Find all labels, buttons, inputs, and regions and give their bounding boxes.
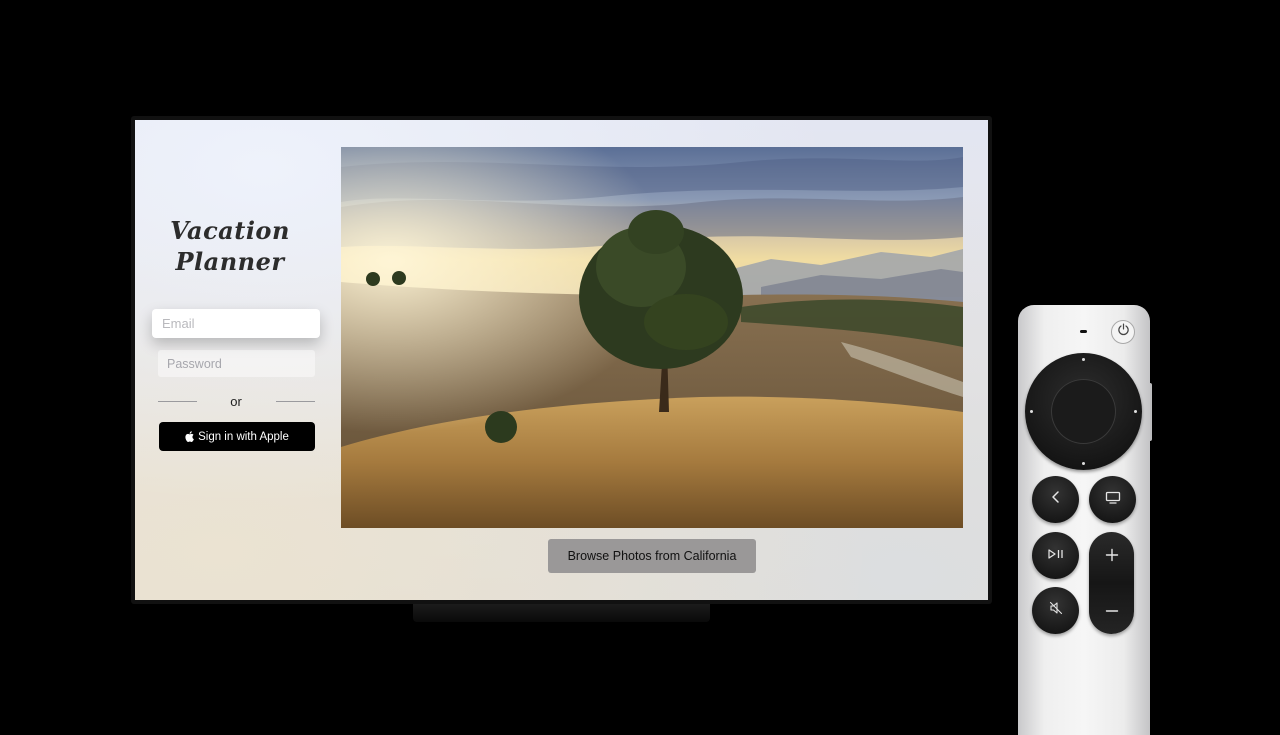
volume-up-button[interactable]	[1089, 532, 1134, 583]
back-chevron-icon	[1050, 490, 1062, 509]
tv-screen: Vacation Planner or Sign in with Apple	[135, 120, 988, 600]
app-title: Vacation Planner	[135, 215, 325, 277]
password-field[interactable]	[158, 350, 315, 377]
clickpad-center[interactable]	[1051, 379, 1116, 444]
power-button[interactable]	[1111, 320, 1135, 344]
apple-logo-icon	[185, 431, 194, 442]
browse-photos-button[interactable]: Browse Photos from California	[548, 539, 756, 573]
play-pause-button[interactable]	[1032, 532, 1079, 579]
browse-photos-label: Browse Photos from California	[567, 549, 737, 563]
divider-text: or	[230, 394, 242, 409]
featured-photo[interactable]	[341, 147, 963, 528]
mute-icon	[1049, 601, 1063, 620]
volume-down-icon	[1105, 600, 1119, 618]
divider-line-right	[276, 401, 315, 402]
clickpad-down-dot	[1082, 462, 1085, 465]
volume-down-button[interactable]	[1089, 583, 1134, 634]
clickpad-left-dot	[1030, 410, 1033, 413]
tv-icon	[1105, 491, 1121, 509]
clickpad-right-dot	[1134, 410, 1137, 413]
clickpad-up-dot	[1082, 358, 1085, 361]
volume-up-icon	[1105, 548, 1119, 567]
play-pause-icon	[1047, 547, 1065, 565]
mute-button[interactable]	[1032, 587, 1079, 634]
tv-button[interactable]	[1089, 476, 1136, 523]
apple-button-label: Sign in with Apple	[198, 430, 289, 443]
power-icon	[1117, 323, 1130, 341]
clickpad[interactable]	[1025, 353, 1142, 470]
divider-line-left	[158, 401, 197, 402]
volume-rocker[interactable]	[1089, 532, 1134, 634]
sign-in-with-apple-button[interactable]: Sign in with Apple	[159, 422, 315, 451]
microphone-icon	[1080, 330, 1087, 333]
siri-remote	[1018, 305, 1150, 735]
email-field[interactable]	[152, 309, 320, 338]
tv-stand	[413, 604, 710, 622]
app-title-line1: Vacation	[170, 216, 290, 245]
back-button[interactable]	[1032, 476, 1079, 523]
app-title-line2: Planner	[175, 247, 285, 276]
